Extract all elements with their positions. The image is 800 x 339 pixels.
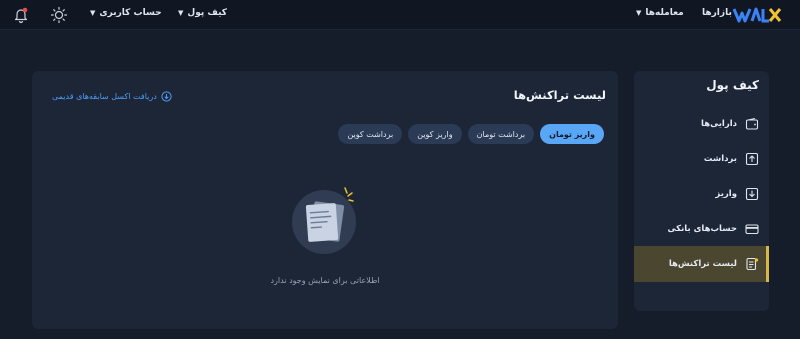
page-title: لیست تراکنش‌ها [513,88,606,102]
card-icon [745,224,759,235]
logo-icon [732,7,782,23]
download-icon [745,187,759,201]
sidebar-item-label: لیست تراکنش‌ها [668,259,737,269]
sidebar-item-withdraw[interactable]: برداشت [634,141,769,177]
tab-toman-withdraw[interactable]: برداشت تومان [467,124,535,144]
list-icon [746,257,759,271]
nav-markets[interactable]: بازارها [702,8,732,18]
chevron-down-icon: ▼ [90,9,96,17]
chevron-down-icon: ▼ [178,9,184,17]
sidebar-item-bank-accounts[interactable]: حساب‌های بانکی [634,211,769,247]
wallet-icon [745,117,759,130]
nav-markets-label: بازارها [702,8,732,18]
empty-state-text: اطلاعاتی برای نمایش وجود ندارد [270,276,380,285]
nav-wallet-label: کیف پول [187,8,227,18]
sun-icon[interactable] [50,6,68,24]
download-excel-link[interactable]: دریافت اکسل سابقه‌های قدیمی [52,91,172,102]
nav-account[interactable]: ▼ حساب کاربری [90,8,162,18]
nav-trades-label: معامله‌ها [645,8,684,18]
transactions-panel: لیست تراکنش‌ها دریافت اکسل سابقه‌های قدی… [32,71,618,329]
sidebar-item-label: برداشت [703,154,737,164]
transaction-type-tabs: واریز تومان برداشت تومان واریز کوین بردا… [338,124,604,144]
sidebar-item-label: واریز [715,189,737,199]
bell-icon[interactable] [12,6,30,24]
logo[interactable] [732,6,782,24]
tab-coin-withdraw[interactable]: برداشت کوین [338,124,403,144]
upload-icon [745,152,759,166]
chevron-down-icon: ▼ [636,9,642,17]
sidebar-title: کیف پول [706,78,759,92]
wallet-sidebar: کیف پول دارایی‌ها برداشت واریز حساب‌های … [634,71,769,311]
top-navigation-bar: بازارها ▼ معامله‌ها ▼ کیف پول ▼ حساب کار… [0,0,800,30]
tab-coin-deposit[interactable]: واریز کوین [408,124,462,144]
sidebar-item-deposit[interactable]: واریز [634,176,769,212]
sidebar-item-label: حساب‌های بانکی [667,224,737,234]
download-excel-label: دریافت اکسل سابقه‌های قدیمی [52,92,157,101]
sidebar-item-transactions[interactable]: لیست تراکنش‌ها [634,246,769,282]
nav-account-label: حساب کاربری [99,8,162,18]
sidebar-item-assets[interactable]: دارایی‌ها [634,106,769,142]
nav-trades[interactable]: ▼ معامله‌ها [636,8,684,18]
nav-wallet[interactable]: ▼ کیف پول [178,8,227,18]
download-circle-icon [161,91,172,102]
tab-toman-deposit[interactable]: واریز تومان [540,124,604,144]
empty-document-icon [292,187,356,254]
sidebar-item-label: دارایی‌ها [701,119,737,129]
